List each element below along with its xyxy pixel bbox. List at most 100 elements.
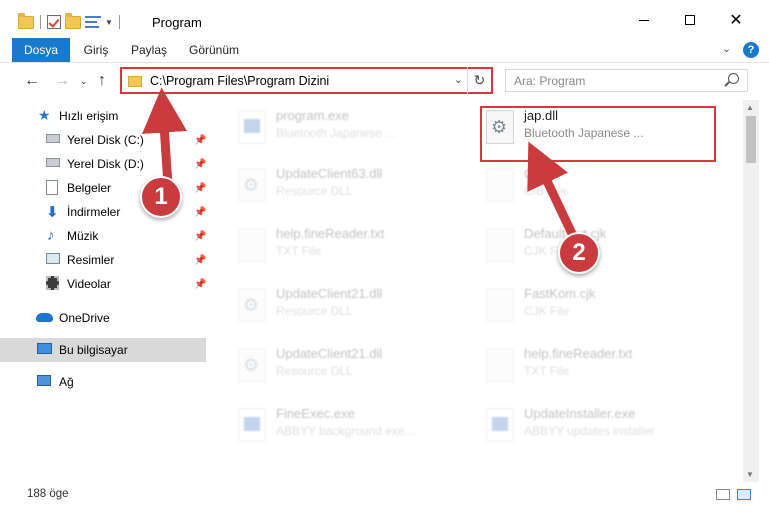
highlight-box-jap-dll [480, 106, 716, 162]
new-folder-icon[interactable] [65, 12, 81, 29]
file-item[interactable]: Calib CIB File [472, 160, 712, 212]
item-count: 188 öge [27, 488, 69, 500]
pin-icon[interactable]: 📌 [194, 255, 206, 266]
sidebar-item-quick-access[interactable]: ★ Hızlı erişim [0, 104, 206, 128]
sidebar-item-label: İndirmeler [67, 205, 121, 219]
search-icon[interactable] [728, 73, 739, 84]
quick-access-toolbar: ▼ [18, 12, 122, 31]
pin-icon[interactable]: 📌 [194, 279, 206, 290]
sidebar-item-label: OneDrive [59, 311, 110, 325]
address-bar[interactable]: C:\Program Files\Program Dizini ⌄ ↻ [120, 67, 493, 94]
properties-check-icon[interactable] [47, 15, 61, 29]
toolbar-divider [40, 15, 41, 29]
file-type: CIB File [524, 184, 567, 198]
vertical-scrollbar[interactable]: ▲ ▼ [743, 100, 759, 482]
pin-icon[interactable]: 📌 [194, 159, 206, 170]
sidebar-item-network[interactable]: Ağ [0, 370, 206, 394]
file-type: Bluetooth Japanese ... [276, 126, 396, 140]
file-item[interactable]: UpdateClient21.dll Resource DLL [224, 280, 464, 332]
file-item[interactable]: help.fineReader.txt TXT File [472, 340, 712, 392]
gear-file-icon [238, 288, 266, 322]
sidebar-item-local-disk-d[interactable]: Yerel Disk (D:) 📌 [0, 152, 206, 176]
file-name: UpdateInstaller.exe [524, 406, 636, 421]
file-item[interactable]: FineExec.exe ABBYY background exe... [224, 400, 464, 452]
sidebar-item-label: Yerel Disk (D:) [67, 157, 144, 171]
tab-share[interactable]: Paylaş [128, 38, 170, 62]
exe-icon [238, 408, 266, 442]
large-icons-view-icon[interactable] [737, 489, 751, 500]
list-properties-icon[interactable] [85, 15, 101, 29]
file-name: FineExec.exe [276, 406, 355, 421]
minimize-button[interactable] [621, 0, 667, 40]
recent-locations-chevron-icon[interactable]: ⌄ [80, 76, 88, 87]
file-item[interactable]: program.exe Bluetooth Japanese ... [224, 102, 464, 154]
forward-arrow-icon[interactable]: → [54, 72, 70, 90]
search-input[interactable]: Ara: Program [514, 74, 585, 88]
pin-icon[interactable]: 📌 [194, 231, 206, 242]
expand-ribbon-icon[interactable]: ⌄ [722, 42, 731, 55]
sidebar-item-label: Videolar [67, 277, 111, 291]
computer-icon [37, 343, 52, 354]
file-name: help.fineReader.txt [524, 346, 633, 361]
sidebar-item-music[interactable]: ♪ Müzik 📌 [0, 224, 206, 248]
sidebar-item-onedrive[interactable]: OneDrive [0, 306, 206, 330]
drive-icon [46, 158, 60, 167]
chevron-down-icon[interactable]: ⌄ [454, 73, 463, 86]
pictures-icon [46, 253, 60, 264]
gear-file-icon [238, 168, 266, 202]
maximize-icon [685, 15, 695, 25]
address-path[interactable]: C:\Program Files\Program Dizini [150, 74, 329, 88]
navigation-pane: ★ Hızlı erişim Yerel Disk (C:) 📌 Yerel D… [0, 100, 210, 490]
star-icon: ★ [38, 107, 51, 123]
gear-file-icon [238, 348, 266, 382]
file-type: Resource DLL [276, 364, 353, 378]
exe-icon [486, 408, 514, 442]
pin-icon[interactable]: 📌 [194, 207, 206, 218]
file-item[interactable]: help.fineReader.txt TXT File [224, 220, 464, 272]
pin-icon[interactable]: 📌 [194, 135, 206, 146]
chevron-down-icon[interactable]: ▼ [105, 18, 113, 27]
back-arrow-icon[interactable]: ← [24, 72, 40, 90]
video-icon [46, 276, 59, 290]
step-2-badge: 2 [558, 232, 600, 274]
file-name: program.exe [276, 108, 349, 123]
close-button[interactable]: ✕ [713, 0, 759, 40]
refresh-icon[interactable]: ↻ [467, 67, 491, 94]
navigation-bar: ← → ⌄ ↑ C:\Program Files\Program Dizini … [0, 63, 769, 99]
file-item[interactable]: FastKom.cjk CJK File [472, 280, 712, 332]
title-bar: ▼ Program ✕ [0, 0, 769, 40]
search-box[interactable]: Ara: Program [505, 69, 748, 92]
tab-file[interactable]: Dosya [12, 38, 70, 62]
help-icon[interactable]: ? [743, 42, 759, 58]
details-view-icon[interactable] [716, 489, 730, 500]
pin-icon[interactable]: 📌 [194, 183, 206, 194]
file-name: Calib [524, 166, 554, 181]
file-type: ABBYY updates installer [524, 424, 655, 438]
scroll-down-icon[interactable]: ▼ [746, 470, 754, 479]
blank-file-icon [486, 288, 514, 322]
sidebar-item-label: Hızlı erişim [59, 109, 119, 123]
sidebar-item-label: Resimler [67, 253, 115, 267]
scroll-up-icon[interactable]: ▲ [746, 103, 754, 112]
tab-home[interactable]: Giriş [80, 38, 112, 62]
network-icon [37, 375, 51, 386]
sidebar-item-pictures[interactable]: Resimler 📌 [0, 248, 206, 272]
maximize-button[interactable] [667, 0, 713, 40]
tab-view[interactable]: Görünüm [186, 38, 242, 62]
sidebar-item-videos[interactable]: Videolar 📌 [0, 272, 206, 296]
file-item[interactable]: UpdateClient21.dll Resource DLL [224, 340, 464, 392]
folder-icon[interactable] [18, 12, 34, 29]
close-icon: ✕ [729, 12, 743, 29]
file-type: Resource DLL [276, 304, 353, 318]
minimize-icon [639, 19, 649, 21]
scrollbar-thumb[interactable] [746, 116, 756, 163]
file-type: ABBYY background exe... [276, 424, 415, 438]
file-item[interactable]: UpdateInstaller.exe ABBYY updates instal… [472, 400, 712, 452]
cloud-icon [36, 313, 53, 322]
sidebar-item-local-disk-c[interactable]: Yerel Disk (C:) 📌 [0, 128, 206, 152]
up-arrow-icon[interactable]: ↑ [98, 72, 106, 90]
sidebar-item-this-pc[interactable]: Bu bilgisayar [0, 338, 206, 362]
sidebar-item-label: Yerel Disk (C:) [67, 133, 144, 147]
file-item[interactable]: UpdateClient63.dll Resource DLL [224, 160, 464, 212]
file-type: TXT File [276, 244, 322, 258]
